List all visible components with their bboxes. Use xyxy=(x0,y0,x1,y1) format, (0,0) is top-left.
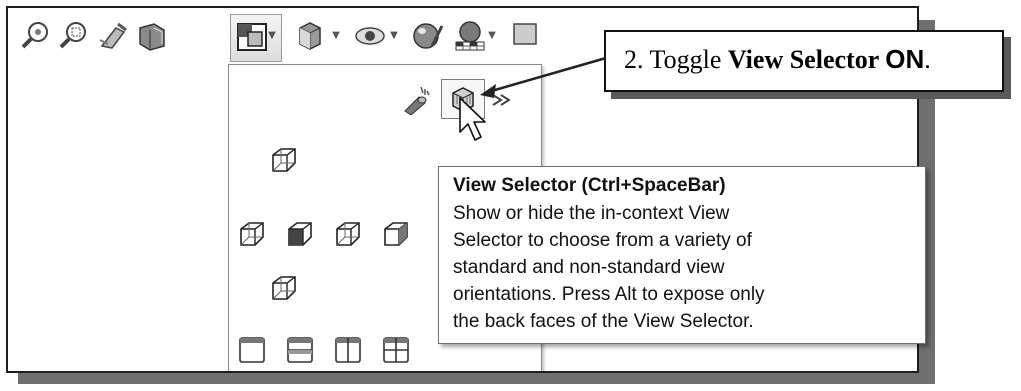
bottom-view-icon[interactable] xyxy=(269,273,299,303)
right-view-icon[interactable] xyxy=(333,219,363,249)
two-view-vertical-icon[interactable] xyxy=(333,335,363,365)
callout-verb: Toggle xyxy=(649,45,728,74)
tooltip-line: orientations. Press Alt to expose only xyxy=(453,284,765,305)
display-style-icon[interactable] xyxy=(292,18,328,54)
left-view-icon[interactable] xyxy=(237,219,267,249)
tooltip-line: Show or hide the in-context View xyxy=(453,203,730,224)
display-style-dropdown-arrow[interactable]: ▼ xyxy=(330,30,342,42)
tooltip-line: Selector to choose from a variety of xyxy=(453,230,752,251)
four-view-icon[interactable] xyxy=(381,335,411,365)
hide-show-dropdown-arrow[interactable]: ▼ xyxy=(388,30,400,42)
section-view-icon[interactable] xyxy=(134,18,170,54)
apply-scene-dropdown-arrow[interactable]: ▼ xyxy=(486,30,498,42)
back-view-icon[interactable] xyxy=(381,219,411,249)
tooltip-title: View Selector (Ctrl+SpaceBar) xyxy=(453,175,726,196)
normal-to-icon[interactable] xyxy=(401,85,431,115)
instruction-callout: 2. Toggle View Selector ON. xyxy=(604,30,1004,92)
zoom-to-fit-icon[interactable] xyxy=(18,18,54,54)
view-selector-tooltip: View Selector (Ctrl+SpaceBar) Show or hi… xyxy=(438,166,926,344)
callout-period: . xyxy=(924,45,931,74)
view-selector-icon[interactable] xyxy=(448,84,478,114)
view-orientation-icon[interactable] xyxy=(234,18,270,54)
heads-up-view-toolbar: ▼ ▼ ▼ ▼ xyxy=(8,8,688,62)
callout-text: 2. Toggle View Selector ON. xyxy=(624,44,931,75)
hide-show-items-icon[interactable] xyxy=(352,18,388,54)
single-view-icon[interactable] xyxy=(237,335,267,365)
callout-bold-text: View Selector xyxy=(727,45,886,74)
top-view-icon[interactable] xyxy=(269,145,299,175)
view-orientation-dropdown-arrow[interactable]: ▼ xyxy=(266,30,278,42)
callout-on-text: ON xyxy=(885,44,925,74)
callout-number: 2. xyxy=(624,45,650,74)
view-settings-icon[interactable] xyxy=(508,18,544,54)
front-view-icon[interactable] xyxy=(285,219,315,249)
previous-view-icon[interactable] xyxy=(96,18,132,54)
tooltip-line: standard and non-standard view xyxy=(453,257,725,278)
edit-appearance-icon[interactable] xyxy=(410,18,446,54)
zoom-to-area-icon[interactable] xyxy=(56,18,92,54)
two-view-horizontal-icon[interactable] xyxy=(285,335,315,365)
apply-scene-icon[interactable] xyxy=(452,18,488,54)
more-arrows-icon[interactable] xyxy=(489,85,519,115)
tooltip-line: the back faces of the View Selector. xyxy=(453,311,754,332)
